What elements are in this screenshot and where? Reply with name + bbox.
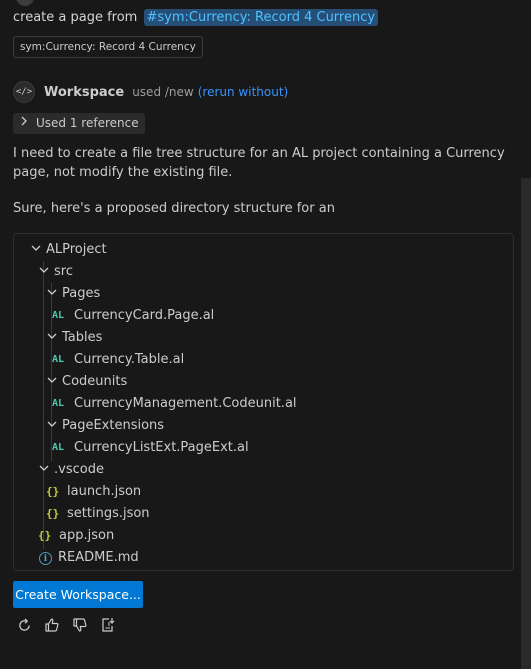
retry-icon[interactable]: [16, 617, 32, 633]
agent-name: Workspace: [44, 84, 125, 100]
tree-label: settings.json: [67, 506, 150, 521]
chevron-down-icon: [44, 371, 60, 393]
insert-icon[interactable]: [100, 617, 116, 633]
al-file-icon: AL: [52, 354, 65, 365]
tree-label: README.md: [58, 550, 139, 565]
tree-file-settings-json[interactable]: {} settings.json: [46, 503, 150, 525]
tree-label: CurrencyManagement.Codeunit.al: [74, 396, 297, 411]
tree-folder-codeunits[interactable]: Codeunits: [44, 371, 127, 393]
chevron-down-icon: [36, 459, 52, 481]
used-references-toggle[interactable]: Used 1 reference: [13, 113, 145, 134]
tree-label: .vscode: [54, 462, 104, 477]
chevron-down-icon: [44, 415, 60, 437]
thumbs-down-icon[interactable]: [72, 617, 88, 633]
chevron-down-icon: [36, 261, 52, 283]
tree-file-currency-table[interactable]: AL Currency.Table.al: [52, 349, 184, 371]
tree-label: Tables: [62, 330, 103, 345]
tree-label: Currency.Table.al: [74, 352, 185, 367]
thumbs-up-icon[interactable]: [44, 617, 60, 633]
rerun-without-link[interactable]: (rerun without): [198, 85, 289, 99]
tree-label: app.json: [59, 528, 115, 543]
chevron-down-icon: [44, 283, 60, 305]
tree-label: Pages: [62, 286, 101, 301]
tree-file-launch-json[interactable]: {} launch.json: [46, 481, 141, 503]
tree-file-currency-card[interactable]: AL CurrencyCard.Page.al: [52, 305, 214, 327]
tree-label: CurrencyListExt.PageExt.al: [74, 440, 249, 455]
chevron-right-icon: [17, 113, 31, 134]
info-icon: i: [39, 551, 52, 565]
tree-label: Codeunits: [62, 374, 128, 389]
json-file-icon: {}: [46, 507, 60, 520]
al-file-icon: AL: [52, 310, 65, 321]
tree-file-currency-management[interactable]: AL CurrencyManagement.Codeunit.al: [52, 393, 297, 415]
user-avatar: [16, 0, 34, 6]
tree-label: PageExtensions: [62, 418, 165, 433]
chat-panel: create a page from #sym:Currency: Record…: [0, 0, 531, 669]
json-file-icon: {}: [38, 529, 52, 542]
tree-file-currency-list-ext[interactable]: AL CurrencyListExt.PageExt.al: [52, 437, 249, 459]
tree-file-app-json[interactable]: {} app.json: [38, 525, 114, 547]
scrollbar[interactable]: [521, 178, 531, 669]
used-command: used /new: [132, 85, 194, 99]
response-proposal: Sure, here's a proposed directory struct…: [13, 201, 335, 216]
tree-label: ALProject: [46, 242, 107, 257]
symbol-reference-chip[interactable]: #sym:Currency: Record 4 Currency: [143, 9, 379, 26]
tree-folder-src[interactable]: src: [36, 261, 73, 283]
json-file-icon: {}: [46, 485, 60, 498]
file-tree: ALProject src Pages AL CurrencyCard.Page…: [13, 233, 514, 571]
al-file-icon: AL: [52, 398, 65, 409]
tree-label: src: [54, 264, 73, 279]
response-actions: [16, 617, 116, 633]
tree-file-readme[interactable]: i README.md: [39, 547, 139, 569]
tree-folder-vscode[interactable]: .vscode: [36, 459, 104, 481]
response-header: </> Workspace used /new (rerun without): [13, 80, 288, 104]
tree-folder-pages[interactable]: Pages: [44, 283, 100, 305]
references-label: Used 1 reference: [36, 116, 139, 130]
response-intro: I need to create a file tree structure f…: [13, 146, 505, 180]
chevron-down-icon: [44, 327, 60, 349]
tree-label: launch.json: [67, 484, 142, 499]
chevron-down-icon: [28, 239, 44, 261]
attached-symbol-chip[interactable]: sym:Currency: Record 4 Currency: [13, 36, 203, 58]
user-request: create a page from #sym:Currency: Record…: [13, 9, 379, 26]
tree-folder-page-extensions[interactable]: PageExtensions: [44, 415, 164, 437]
tree-label: CurrencyCard.Page.al: [74, 308, 215, 323]
request-text: create a page from: [13, 10, 138, 25]
create-workspace-button[interactable]: Create Workspace...: [13, 581, 143, 608]
code-icon: </>: [13, 81, 35, 103]
al-file-icon: AL: [52, 442, 65, 453]
tree-folder-tables[interactable]: Tables: [44, 327, 102, 349]
tree-folder-alproject[interactable]: ALProject: [28, 239, 107, 261]
